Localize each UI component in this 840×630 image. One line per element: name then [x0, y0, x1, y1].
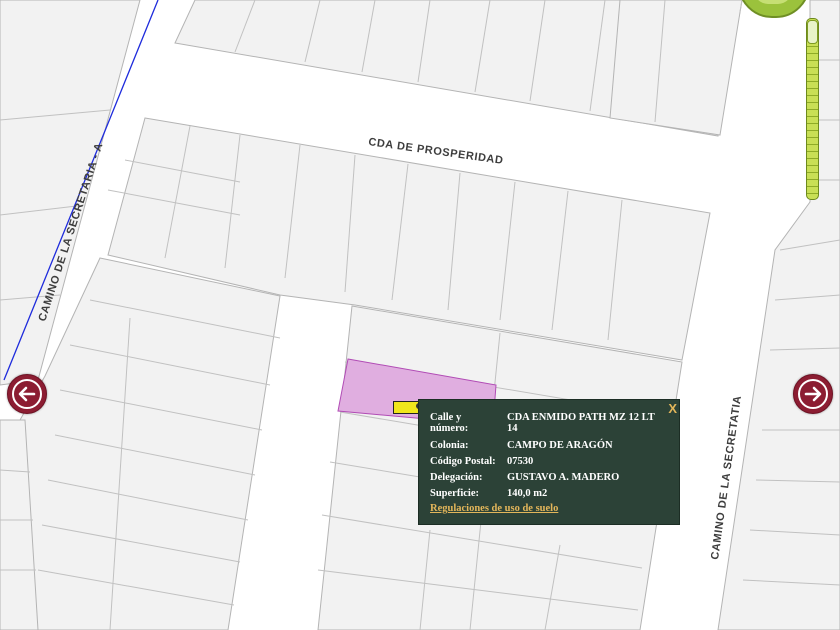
arrow-left-icon: [12, 379, 42, 409]
zoom-slider[interactable]: [806, 18, 819, 200]
map-canvas[interactable]: CDA DE PROSPERIDAD CAMINO DE LA SECRETAR…: [0, 0, 840, 630]
land-use-regulations-link[interactable]: Regulaciones de uso de suelo: [430, 503, 558, 514]
pan-right-button[interactable]: [793, 374, 833, 414]
zoom-slider-thumb[interactable]: [807, 20, 818, 44]
info-value: GUSTAVO A. MADERO: [507, 472, 620, 483]
pan-left-button[interactable]: [7, 374, 47, 414]
info-label: Calle y número:: [430, 412, 469, 434]
close-button[interactable]: X: [668, 401, 677, 416]
location-marker[interactable]: [393, 401, 422, 414]
info-label: Código Postal:: [430, 456, 496, 467]
info-label: Superficie:: [430, 488, 479, 499]
parcel-info-popup: X Calle y número: CDA ENMIDO PATH MZ 12 …: [418, 399, 680, 525]
arrow-right-icon: [798, 379, 828, 409]
info-value: 07530: [507, 456, 534, 467]
info-label: Colonia:: [430, 440, 469, 451]
info-value: 140,0 m2: [507, 488, 548, 499]
info-value: CAMPO DE ARAGÓN: [507, 440, 613, 451]
city-block: [609, 0, 743, 136]
info-value: CDA ENMIDO PATH MZ 12 LT 14: [507, 412, 655, 434]
info-label: Delegación:: [430, 472, 483, 483]
